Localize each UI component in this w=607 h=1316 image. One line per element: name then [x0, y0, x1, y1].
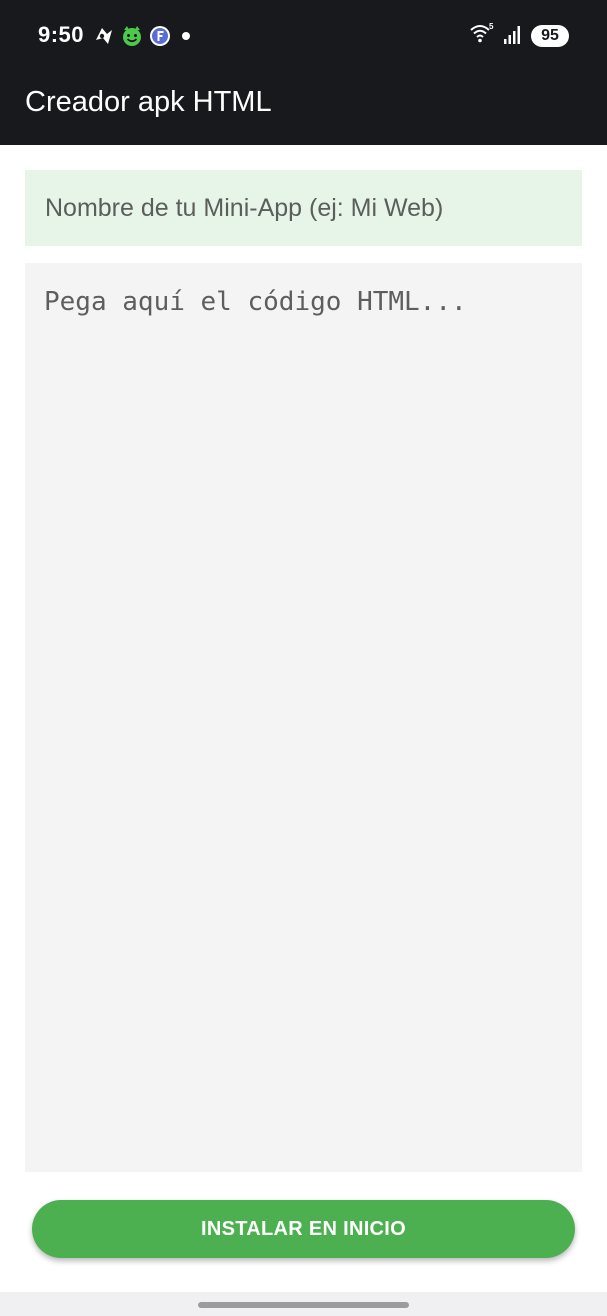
signal-icon: [503, 23, 523, 50]
happymod-icon: [120, 24, 144, 48]
status-time: 9:50: [38, 22, 85, 47]
app-bar: Creador apk HTML: [0, 72, 607, 145]
wifi-band-label: 5: [489, 22, 494, 31]
notification-icons: [92, 24, 190, 48]
home-gesture-handle[interactable]: [198, 1302, 409, 1308]
wifi-icon: 5: [469, 22, 495, 51]
html-code-textarea[interactable]: [25, 263, 582, 1172]
f-droid-icon: [148, 24, 172, 48]
system-icons: 5 95: [469, 22, 569, 50]
app-screen: 9:50 5 95 Creador apk HTML Nombre de tu …: [0, 0, 607, 1316]
status-bar: 9:50 5 95: [0, 0, 607, 72]
app-title: Creador apk HTML: [25, 86, 272, 118]
install-on-home-button[interactable]: INSTALAR EN INICIO: [32, 1200, 575, 1258]
navigation-bar: [0, 1292, 607, 1316]
more-notifications-dot: [182, 32, 190, 40]
battery-indicator: 95: [531, 25, 569, 47]
app-name-input[interactable]: [25, 170, 582, 246]
maps-icon: [92, 24, 116, 48]
